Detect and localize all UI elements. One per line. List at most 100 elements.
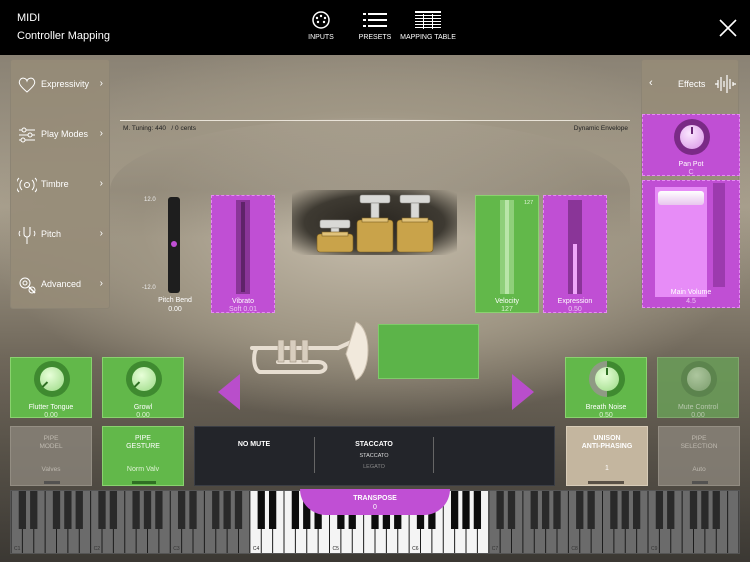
sidebar-item-timbre[interactable]: Timbre › — [11, 160, 111, 210]
black-key[interactable] — [177, 491, 186, 529]
main-volume-control[interactable]: Main Volume 4.5 — [642, 180, 740, 308]
black-key[interactable] — [18, 491, 27, 529]
list-icon — [363, 13, 387, 27]
black-key[interactable] — [462, 491, 470, 529]
black-key[interactable] — [712, 491, 720, 529]
tuning-value: M. Tuning: 440 — [123, 125, 166, 132]
growl-knob[interactable] — [126, 361, 162, 397]
velocity-control[interactable]: 127 Velocity 127 — [475, 195, 539, 313]
black-key[interactable] — [257, 491, 265, 529]
pipe-selection-selector[interactable]: PIPE SELECTION Auto — [658, 426, 740, 486]
breath-noise-knob[interactable] — [589, 361, 625, 397]
sidebar-item-label: Advanced — [41, 279, 82, 289]
black-key[interactable] — [109, 491, 118, 529]
sidebar-item-expressivity[interactable]: Expressivity › — [11, 60, 111, 110]
black-key[interactable] — [155, 491, 163, 529]
mute-control-control[interactable]: Mute Control 0.00 — [657, 357, 739, 419]
pitch-bend-label: Pitch Bend — [158, 297, 192, 304]
effects-label: Effects — [678, 79, 706, 89]
black-key[interactable] — [52, 491, 61, 529]
black-key[interactable] — [223, 491, 231, 529]
mapping-table-button[interactable]: MAPPING TABLE — [393, 8, 463, 52]
octave-label: C2 — [94, 546, 101, 552]
black-key[interactable] — [75, 491, 83, 529]
black-key[interactable] — [30, 491, 38, 529]
octave-label: C6 — [412, 546, 419, 552]
black-key[interactable] — [553, 491, 561, 529]
black-key[interactable] — [268, 491, 277, 529]
mute-label: NO MUTE — [237, 441, 271, 448]
black-key[interactable] — [132, 491, 140, 529]
articulation-selector[interactable]: STACCATO STACCATO LEGATO — [315, 427, 433, 485]
close-button[interactable] — [716, 16, 740, 40]
black-key[interactable] — [530, 491, 538, 529]
black-key[interactable] — [234, 491, 243, 529]
breath-noise-control[interactable]: Breath Noise 0.50 — [565, 357, 647, 419]
black-key[interactable] — [291, 491, 300, 529]
panpot-knob[interactable] — [674, 119, 710, 155]
sidebar-item-play-modes[interactable]: Play Modes › — [11, 110, 111, 160]
black-key[interactable] — [576, 491, 584, 529]
volume-meter — [713, 183, 725, 287]
next-arrow-button[interactable] — [512, 374, 534, 410]
black-key[interactable] — [701, 491, 709, 529]
previous-arrow-button[interactable] — [218, 374, 240, 410]
pipe-gesture-title: PIPE — [135, 435, 151, 442]
black-key[interactable] — [689, 491, 698, 529]
flutter-tongue-label: Flutter Tongue — [28, 404, 74, 411]
vibrato-label: Vibrato — [231, 298, 255, 305]
black-key[interactable] — [610, 491, 618, 529]
arrow-left-icon — [218, 374, 240, 410]
black-key[interactable] — [655, 491, 664, 529]
pitch-bend-control[interactable]: 12.0 -12.0 Pitch Bend 0.00 — [140, 193, 210, 318]
octave-label: C7 — [492, 546, 499, 552]
black-key[interactable] — [496, 491, 504, 529]
black-key[interactable] — [632, 491, 641, 529]
transpose-label: TRANSPOSE — [353, 495, 397, 502]
sidebar-item-pitch[interactable]: Pitch › — [11, 210, 111, 260]
black-key[interactable] — [621, 491, 629, 529]
pipe-gesture-indicator — [132, 481, 156, 484]
black-key[interactable] — [507, 491, 516, 529]
sidebar-item-label: Play Modes — [41, 129, 89, 139]
pipe-model-value: Valves — [41, 466, 61, 473]
mute-control-knob[interactable] — [681, 361, 717, 397]
pipe-selection-title: PIPE — [691, 435, 707, 442]
black-key[interactable] — [473, 491, 482, 529]
black-key[interactable] — [587, 491, 595, 529]
vibrato-control[interactable]: Vibrato Soft 0.01 — [211, 195, 275, 313]
sliders-icon — [19, 127, 35, 143]
xy-pad[interactable] — [378, 324, 479, 379]
articulation-next: LEGATO — [363, 464, 385, 470]
black-key[interactable] — [541, 491, 550, 529]
sidebar-item-advanced[interactable]: Advanced › — [11, 260, 111, 310]
growl-control[interactable]: Growl 0.00 — [102, 357, 184, 419]
flutter-tongue-control[interactable]: Flutter Tongue 0.00 — [10, 357, 92, 419]
unison-selector[interactable]: UNISON ANTI-PHASING 1 — [566, 426, 648, 486]
velocity-value: 127 — [501, 306, 513, 313]
black-key[interactable] — [450, 491, 459, 529]
black-key[interactable] — [98, 491, 106, 529]
pitch-bend-thumb[interactable] — [171, 241, 177, 247]
volume-fader-handle[interactable] — [658, 191, 704, 205]
breath-noise-value: 0.50 — [599, 412, 613, 419]
black-key[interactable] — [667, 491, 675, 529]
panpot-control[interactable]: Pan Pot C — [642, 114, 740, 176]
expression-control[interactable]: Expression 0.50 — [543, 195, 607, 313]
pipe-model-selector[interactable]: PIPE MODEL Valves — [10, 426, 92, 486]
main-volume-value: 4.5 — [686, 298, 696, 305]
effects-header[interactable]: ‹ Effects — [642, 60, 740, 110]
black-key[interactable] — [189, 491, 197, 529]
black-key[interactable] — [212, 491, 220, 529]
flutter-tongue-knob[interactable] — [34, 361, 70, 397]
pipe-gesture-selector[interactable]: PIPE GESTURE Norm Valv — [102, 426, 184, 486]
mute-selector[interactable]: NO MUTE — [195, 427, 313, 485]
divider — [120, 120, 630, 121]
vibrato-value: Soft 0.01 — [228, 306, 258, 313]
black-key[interactable] — [64, 491, 72, 529]
tuning-fork-icon — [18, 227, 36, 244]
white-key[interactable] — [728, 491, 739, 553]
inputs-label: INPUTS — [308, 34, 334, 41]
black-key[interactable] — [143, 491, 152, 529]
transpose-control[interactable]: TRANSPOSE 0 — [300, 489, 450, 515]
